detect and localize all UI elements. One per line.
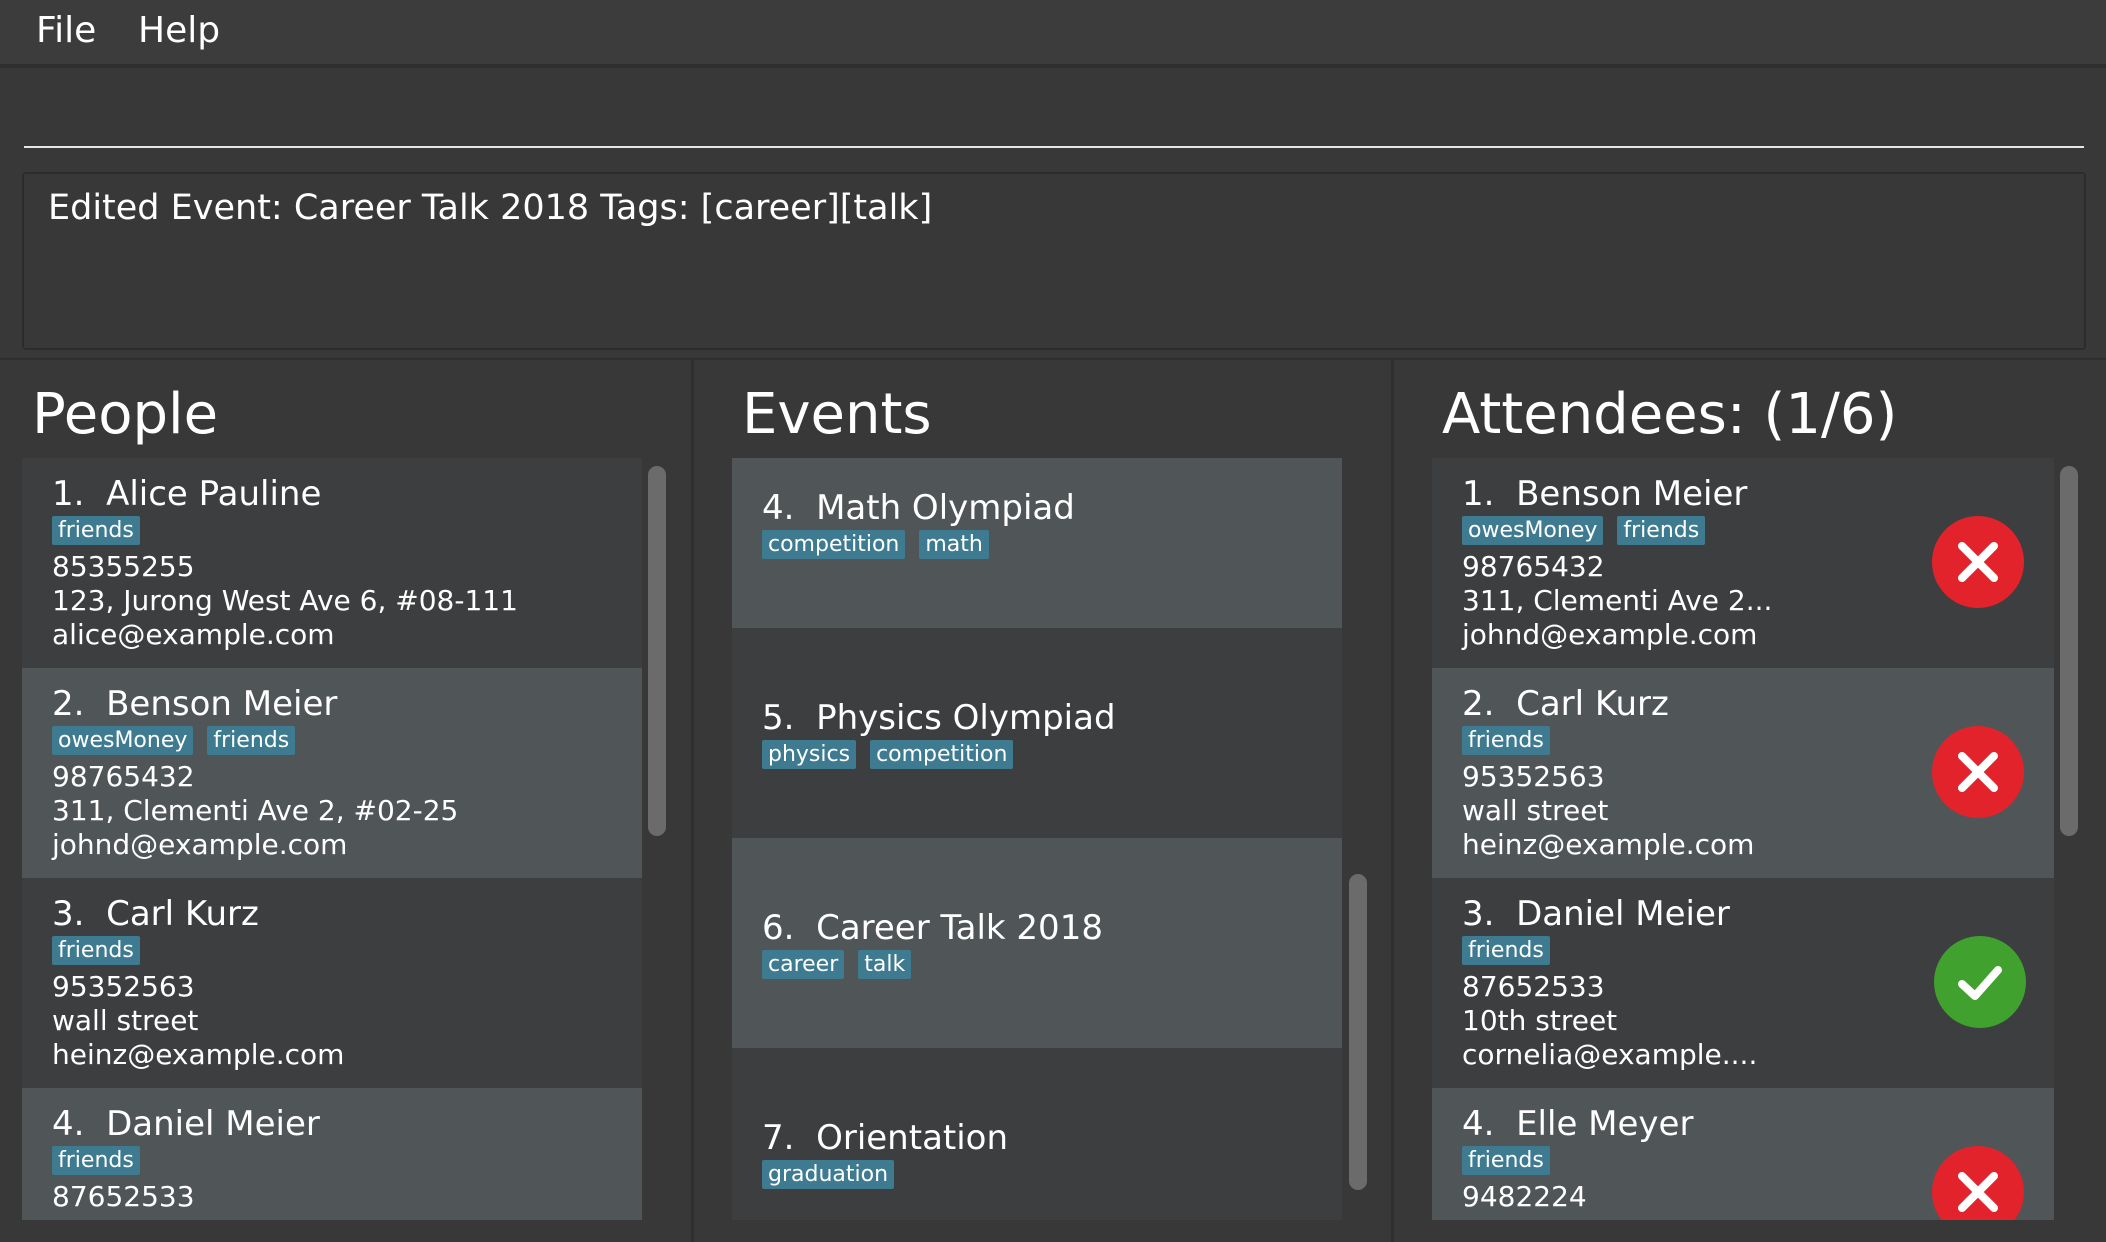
events-title: Events: [742, 382, 932, 447]
tag: owesMoney: [52, 726, 194, 755]
person-card[interactable]: 3. Carl Kurz friends 95352563 wall stree…: [22, 878, 642, 1088]
person-phone: 87652533: [52, 1180, 195, 1213]
attendee-name: 2. Carl Kurz: [1462, 684, 1669, 724]
person-address: wall street: [52, 1004, 199, 1037]
tag-list: friends: [1462, 936, 1550, 965]
absent-cross-icon[interactable]: [1932, 726, 2024, 818]
tag: talk: [858, 950, 912, 979]
command-input[interactable]: [24, 146, 2084, 148]
person-name: 3. Carl Kurz: [52, 894, 259, 934]
attendee-address: 311, Clementi Ave 2...: [1462, 584, 1773, 617]
tag: friends: [1462, 936, 1550, 965]
event-name: 7. Orientation: [762, 1118, 1009, 1158]
person-email: heinz@example.com: [52, 1038, 345, 1071]
attendee-email: cornelia@example....: [1462, 1038, 1758, 1071]
result-text: Edited Event: Career Talk 2018 Tags: [ca…: [48, 188, 933, 228]
tag: friends: [207, 726, 296, 755]
person-card[interactable]: 4. Daniel Meier friends 87652533: [22, 1088, 642, 1220]
events-list[interactable]: 4. Math Olympiad competition math 5. Phy…: [732, 458, 1342, 1220]
person-name: 1. Alice Pauline: [52, 474, 322, 514]
attendee-card[interactable]: 1. Benson Meier owesMoney friends 987654…: [1432, 458, 2054, 668]
tag: competition: [762, 530, 906, 559]
people-list[interactable]: 1. Alice Pauline friends 85355255 123, J…: [22, 458, 642, 1220]
tag-list: friends: [52, 516, 140, 545]
people-scrollbar[interactable]: [648, 466, 666, 836]
tag-list: friends: [1462, 1146, 1550, 1175]
attendee-address: 10th street: [1462, 1004, 1618, 1037]
attendee-phone: 95352563: [1462, 760, 1605, 793]
command-box[interactable]: [0, 66, 2106, 162]
event-name: 5. Physics Olympiad: [762, 698, 1116, 738]
person-name: 2. Benson Meier: [52, 684, 338, 724]
tag: friends: [52, 936, 140, 965]
tag: friends: [1462, 1146, 1550, 1175]
tag: friends: [52, 516, 140, 545]
person-email: johnd@example.com: [52, 828, 348, 861]
person-card[interactable]: 2. Benson Meier owesMoney friends 987654…: [22, 668, 642, 878]
tag-list: friends: [1462, 726, 1550, 755]
people-title: People: [32, 382, 219, 447]
person-phone: 98765432: [52, 760, 195, 793]
attendee-name: 1. Benson Meier: [1462, 474, 1748, 514]
scrollbar-thumb[interactable]: [1349, 874, 1367, 1190]
panel-divider: [0, 358, 2106, 360]
tag-list: friends: [52, 1146, 140, 1175]
attendee-phone: 9482224: [1462, 1180, 1587, 1213]
tag: physics: [762, 740, 857, 769]
person-name: 4. Daniel Meier: [52, 1104, 320, 1144]
attendee-email: johnd@example.com: [1462, 618, 1758, 651]
attendee-card[interactable]: 3. Daniel Meier friends 87652533 10th st…: [1432, 878, 2054, 1088]
tag: graduation: [762, 1160, 895, 1189]
tag-list: career talk: [762, 950, 912, 979]
attendees-scrollbar[interactable]: [2060, 466, 2078, 836]
tag: owesMoney: [1462, 516, 1604, 545]
menu-bar: File Help: [0, 0, 2106, 66]
person-address: 123, Jurong West Ave 6, #08-111: [52, 584, 518, 617]
person-email: alice@example.com: [52, 618, 335, 651]
attendee-name: 4. Elle Meyer: [1462, 1104, 1694, 1144]
tag-list: competition math: [762, 530, 989, 559]
scrollbar-thumb[interactable]: [648, 466, 666, 836]
tag: friends: [1462, 726, 1550, 755]
tag-list: owesMoney friends: [1462, 516, 1706, 545]
absent-cross-icon[interactable]: [1932, 516, 2024, 608]
result-display: Edited Event: Career Talk 2018 Tags: [ca…: [22, 172, 2086, 350]
scrollbar-thumb[interactable]: [2060, 466, 2078, 836]
tag: friends: [52, 1146, 140, 1175]
menu-file[interactable]: File: [36, 10, 96, 51]
attendee-card[interactable]: 2. Carl Kurz friends 95352563 wall stree…: [1432, 668, 2054, 878]
event-card[interactable]: 6. Career Talk 2018 career talk: [732, 838, 1342, 1048]
event-name: 4. Math Olympiad: [762, 488, 1075, 528]
event-name: 6. Career Talk 2018: [762, 908, 1103, 948]
attendee-phone: 87652533: [1462, 970, 1605, 1003]
tag: career: [762, 950, 845, 979]
tag-list: friends: [52, 936, 140, 965]
attendee-card[interactable]: 4. Elle Meyer friends 9482224: [1432, 1088, 2054, 1220]
attendees-title: Attendees: (1/6): [1442, 382, 1898, 447]
person-card[interactable]: 1. Alice Pauline friends 85355255 123, J…: [22, 458, 642, 668]
attendee-address: wall street: [1462, 794, 1609, 827]
panel-divider: [691, 360, 694, 1242]
tag: competition: [870, 740, 1014, 769]
person-address: 311, Clementi Ave 2, #02-25: [52, 794, 459, 827]
panel-divider: [1391, 360, 1394, 1242]
attendee-phone: 98765432: [1462, 550, 1605, 583]
tag-list: owesMoney friends: [52, 726, 296, 755]
events-scrollbar[interactable]: [1349, 874, 1367, 1190]
attendees-list[interactable]: 1. Benson Meier owesMoney friends 987654…: [1432, 458, 2054, 1220]
event-card[interactable]: 7. Orientation graduation: [732, 1048, 1342, 1220]
attendee-email: heinz@example.com: [1462, 828, 1755, 861]
event-card[interactable]: 4. Math Olympiad competition math: [732, 458, 1342, 628]
attendee-name: 3. Daniel Meier: [1462, 894, 1730, 934]
tag-list: graduation: [762, 1160, 895, 1189]
menu-help[interactable]: Help: [138, 10, 220, 51]
tag: friends: [1617, 516, 1706, 545]
person-phone: 85355255: [52, 550, 195, 583]
present-check-icon[interactable]: [1934, 936, 2026, 1028]
tag: math: [919, 530, 989, 559]
tag-list: physics competition: [762, 740, 1014, 769]
person-phone: 95352563: [52, 970, 195, 1003]
absent-cross-icon[interactable]: [1932, 1146, 2024, 1220]
event-card[interactable]: 5. Physics Olympiad physics competition: [732, 628, 1342, 838]
